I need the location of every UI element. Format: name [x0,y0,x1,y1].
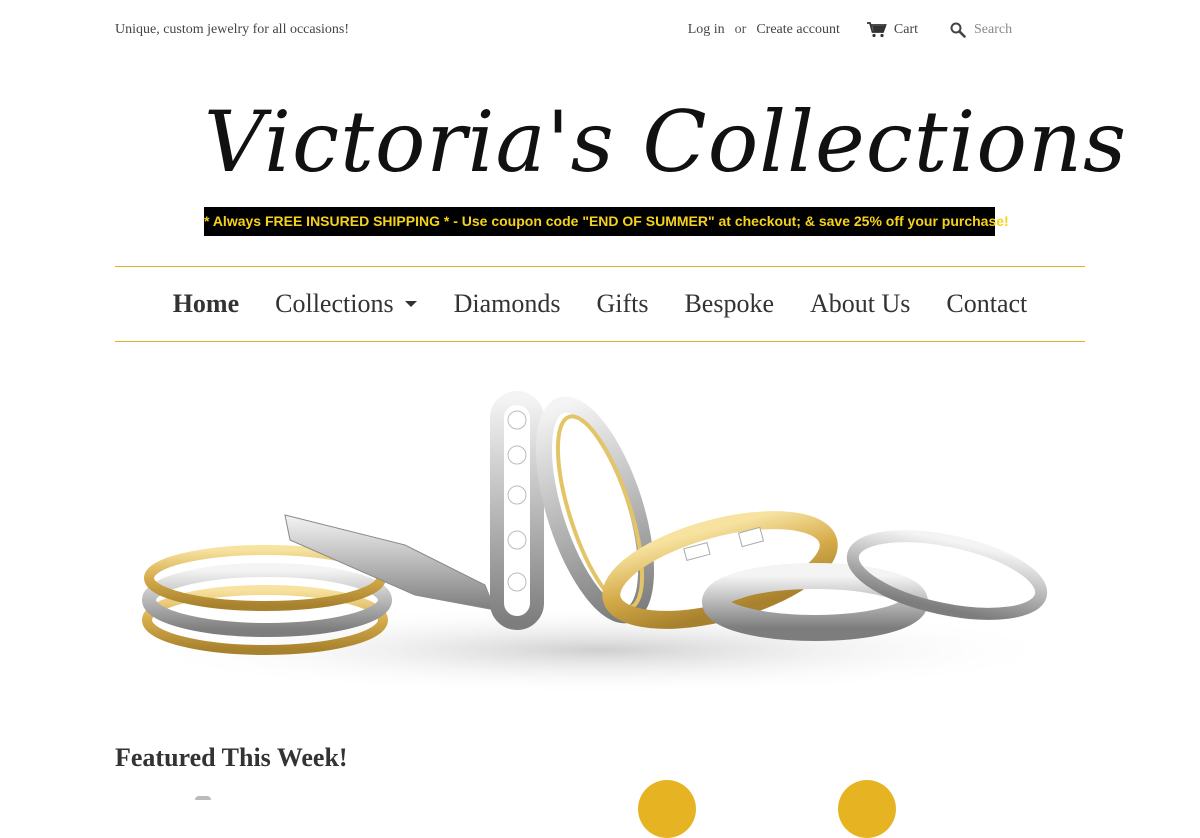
hero-banner[interactable] [115,370,1085,710]
store-logo[interactable]: Victoria's Collections [204,80,1128,205]
nav-item-gifts[interactable]: Gifts [596,289,648,319]
nav-item-label: Home [172,289,240,318]
logo-text: Victoria's Collections [204,93,1128,191]
search-box [950,22,1034,38]
featured-heading: Featured This Week! [115,743,348,772]
or-separator: or [734,22,747,37]
nav-item-label: About Us [810,289,911,318]
product-thumbnail[interactable] [195,796,211,800]
store-tagline: Unique, custom jewelry for all occasions… [115,22,350,37]
sale-badge [838,780,896,838]
nav-item-collections[interactable]: Collections [275,289,417,319]
nav-item-bespoke[interactable]: Bespoke [684,289,774,319]
cart-link[interactable]: Cart [866,22,918,38]
chevron-down-icon [404,301,417,307]
nav-item-label: Bespoke [684,289,774,318]
sale-badge [638,780,696,838]
cart-label: Cart [893,22,918,37]
nav-item-label: Collections [275,289,394,318]
rings-image [130,391,1070,695]
top-bar: Unique, custom jewelry for all occasions… [115,0,1085,62]
search-input[interactable] [974,22,1034,38]
nav-item-contact[interactable]: Contact [946,289,1027,319]
login-link[interactable]: Log in [688,22,725,38]
nav-item-label: Contact [946,289,1028,318]
cart-icon [866,22,887,38]
nav-item-label: Diamonds [453,289,561,318]
search-icon[interactable] [950,22,966,38]
create-account-link[interactable]: Create account [756,22,840,38]
nav-item-about-us[interactable]: About Us [810,289,910,319]
main-nav: Home Collections Diamonds Gifts Bespoke … [115,266,1085,342]
nav-item-home[interactable]: Home [173,289,239,319]
promo-banner: * Always FREE INSURED SHIPPING * - Use c… [204,207,1009,236]
account-links: Log in or Create account Cart [688,22,1034,38]
nav-item-diamonds[interactable]: Diamonds [454,289,561,319]
nav-item-label: Gifts [596,289,649,318]
